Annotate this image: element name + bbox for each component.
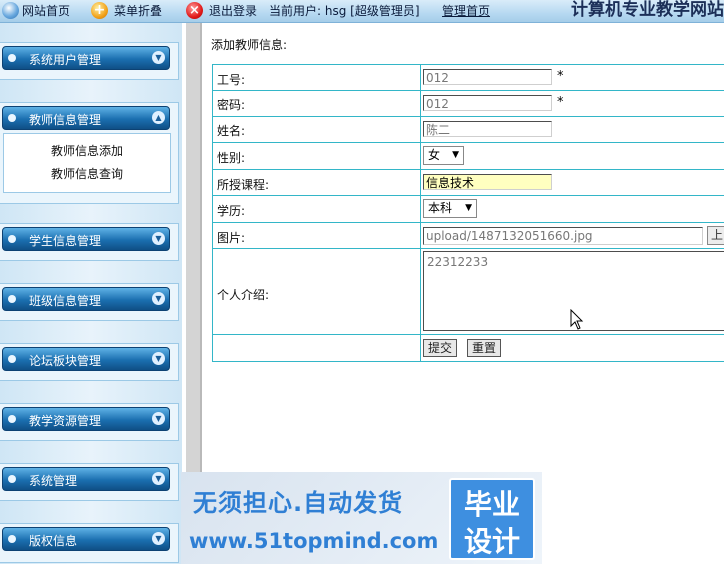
sidebar-item-class-info[interactable]: 班级信息管理 ▼	[2, 287, 170, 311]
chevron-down-icon[interactable]: ▼	[152, 232, 165, 245]
sidebar-menu-system: 系统管理 ▼	[0, 463, 179, 501]
fold-menu-link[interactable]: 菜单折叠	[114, 3, 162, 19]
form-row: 性别: 女 ▼	[213, 142, 724, 170]
course-input[interactable]: 信息技术	[423, 174, 552, 190]
chevron-down-icon[interactable]: ▼	[152, 292, 165, 305]
home-link[interactable]: 网站首页	[22, 3, 70, 19]
required-mark: *	[557, 69, 564, 84]
page-title: 添加教师信息:	[211, 38, 288, 52]
emp-no-label: 工号:	[217, 73, 246, 87]
watermark-badge-line2: 设计	[463, 525, 520, 558]
photo-path-input[interactable]: upload/1487132051660.jpg	[423, 227, 703, 245]
education-label: 学历:	[217, 204, 246, 218]
sidebar-item-copyright[interactable]: 版权信息 ▼	[2, 527, 170, 551]
form-row: 姓名: 陈二	[213, 116, 724, 143]
gender-selected-value: 女	[428, 148, 441, 162]
sidebar-item-label: 版权信息	[29, 534, 78, 548]
required-mark: *	[557, 95, 564, 110]
password-input[interactable]: 012	[423, 95, 552, 111]
chevron-down-icon[interactable]: ▼	[152, 532, 165, 545]
logout-link[interactable]: 退出登录	[209, 3, 257, 19]
sidebar-item-label: 学生信息管理	[29, 234, 102, 248]
site-title: 计算机专业教学网站	[571, 0, 724, 20]
reset-button[interactable]: 重置	[467, 339, 502, 357]
sidebar-item-label: 教师信息管理	[29, 113, 102, 127]
password-label: 密码:	[217, 98, 246, 112]
gender-label: 性别:	[217, 151, 246, 165]
mouse-cursor-icon	[570, 309, 584, 330]
chevron-down-icon[interactable]: ▼	[152, 51, 165, 64]
form-row: 密码: 012 *	[213, 90, 724, 117]
emp-no-input[interactable]: 012	[423, 69, 552, 85]
sidebar-menu-class: 班级信息管理 ▼	[0, 283, 179, 321]
sidebar-item-label: 教学资源管理	[29, 414, 102, 428]
education-select[interactable]: 本科 ▼	[423, 199, 477, 218]
bullet-icon	[8, 355, 16, 363]
name-label: 姓名:	[217, 124, 246, 138]
watermark-banner: 无须担心.自动发货 www.51topmind.com 毕业 设计	[181, 472, 542, 564]
name-input[interactable]: 陈二	[423, 121, 552, 137]
form-row: 工号: 012 *	[213, 65, 724, 90]
watermark-url: www.51topmind.com	[189, 529, 439, 553]
course-label: 所授课程:	[217, 178, 270, 192]
bullet-icon	[8, 114, 16, 122]
education-selected-value: 本科	[428, 201, 453, 215]
upload-button[interactable]: 上	[707, 226, 724, 245]
chevron-down-icon[interactable]: ▼	[152, 472, 165, 485]
watermark-badge: 毕业 设计	[449, 478, 535, 560]
chevron-down-icon[interactable]: ▼	[152, 412, 165, 425]
intro-label: 个人介绍:	[217, 288, 270, 302]
chevron-up-icon[interactable]: ▲	[152, 111, 165, 124]
form-row: 图片: upload/1487132051660.jpg 上	[213, 222, 724, 249]
sidebar-menu-teacher: 教师信息管理 ▲ 教师信息添加 教师信息查询	[0, 102, 179, 204]
chevron-down-icon[interactable]: ▼	[152, 352, 165, 365]
sidebar-menu-forum: 论坛板块管理 ▼	[0, 343, 179, 381]
sidebar-item-student-info[interactable]: 学生信息管理 ▼	[2, 227, 170, 251]
form-row: 所授课程: 信息技术	[213, 169, 724, 196]
sidebar-item-teacher-info[interactable]: 教师信息管理 ▲	[2, 106, 170, 130]
teacher-form: 工号: 012 * 密码: 012 * 姓名: 陈二 性别: 女 ▼ 所授课程:…	[212, 64, 724, 362]
sidebar-item-label: 系统管理	[29, 474, 78, 488]
sidebar-menu-student: 学生信息管理 ▼	[0, 223, 179, 261]
watermark-slogan: 无须担心.自动发货	[193, 489, 404, 517]
bullet-icon	[8, 235, 16, 243]
dropdown-arrow-icon: ▼	[452, 150, 459, 160]
sidebar-item-label: 论坛板块管理	[29, 354, 102, 368]
photo-label: 图片:	[217, 231, 246, 245]
sidebar-item-label: 系统用户管理	[29, 53, 102, 67]
bullet-icon	[8, 475, 16, 483]
bullet-icon	[8, 415, 16, 423]
watermark-badge-line1: 毕业	[463, 488, 520, 521]
sidebar-item-label: 班级信息管理	[29, 294, 102, 308]
bullet-icon	[8, 535, 16, 543]
submit-button[interactable]: 提交	[423, 339, 458, 357]
teacher-submenu: 教师信息添加 教师信息查询	[3, 133, 171, 193]
submenu-query-teacher[interactable]: 教师信息查询	[4, 165, 170, 182]
form-row: 个人介绍: 22312233	[213, 248, 724, 335]
sidebar-menu-resources: 教学资源管理 ▼	[0, 403, 179, 441]
bullet-icon	[8, 295, 16, 303]
current-user-text: 当前用户: hsg [超级管理员]	[269, 4, 420, 18]
sidebar-item-system-users[interactable]: 系统用户管理 ▼	[2, 46, 170, 70]
sidebar: 系统用户管理 ▼ 教师信息管理 ▲ 教师信息添加 教师信息查询 学生信息管理 ▼…	[0, 23, 182, 564]
submenu-add-teacher[interactable]: 教师信息添加	[4, 142, 170, 159]
fold-menu-icon[interactable]: +	[91, 2, 108, 19]
form-row: 学历: 本科 ▼	[213, 195, 724, 223]
dropdown-arrow-icon: ▼	[465, 203, 472, 213]
sidebar-menu-copyright: 版权信息 ▼	[0, 523, 179, 563]
bullet-icon	[8, 54, 16, 62]
sidebar-item-forum[interactable]: 论坛板块管理 ▼	[2, 347, 170, 371]
sidebar-item-resources[interactable]: 教学资源管理 ▼	[2, 407, 170, 431]
top-bar: 网站首页 + 菜单折叠 × 退出登录 当前用户: hsg [超级管理员] 管理首…	[0, 0, 724, 23]
sidebar-item-system[interactable]: 系统管理 ▼	[2, 467, 170, 491]
logout-icon[interactable]: ×	[186, 2, 203, 19]
admin-home-link[interactable]: 管理首页	[442, 3, 490, 19]
home-icon[interactable]	[2, 2, 19, 19]
sidebar-menu-system-users: 系统用户管理 ▼	[0, 42, 179, 80]
gender-select[interactable]: 女 ▼	[423, 146, 464, 165]
form-row: 提交 重置	[213, 334, 724, 362]
